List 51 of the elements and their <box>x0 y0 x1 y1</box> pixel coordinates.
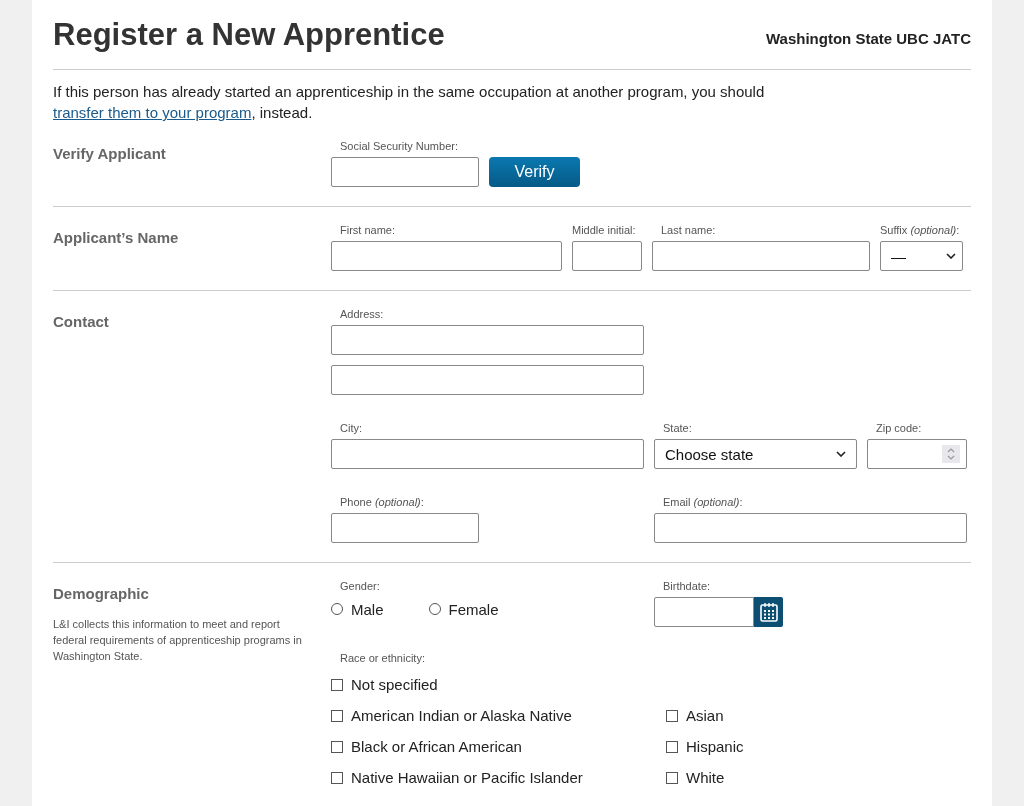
transfer-link[interactable]: transfer them to your program <box>53 104 252 121</box>
field-label: Birthdate: <box>662 579 712 593</box>
field-label: Gender: <box>339 579 381 593</box>
field-label: City: <box>339 421 363 435</box>
race-checkbox[interactable]: Hispanic <box>666 731 744 762</box>
first-name-field[interactable] <box>331 241 562 271</box>
section-heading: Verify Applicant <box>53 145 167 162</box>
field-label: Phone (optional): <box>339 495 425 509</box>
field-label: Last name: <box>660 223 717 237</box>
chevron-down-icon <box>946 253 956 259</box>
phone-field[interactable] <box>331 513 479 543</box>
middle-initial-field[interactable] <box>572 241 642 271</box>
spinner-icon[interactable] <box>942 445 960 463</box>
ssn-field[interactable] <box>331 157 479 187</box>
section-heading: Applicant’s Name <box>53 229 180 246</box>
chevron-down-icon <box>836 451 846 457</box>
page-title: Register a New Apprentice <box>53 16 445 53</box>
race-checkbox[interactable]: Black or African American <box>331 731 656 762</box>
race-checkbox[interactable]: American Indian or Alaska Native <box>331 700 656 731</box>
verify-button[interactable]: Verify <box>489 157 580 187</box>
field-label: First name: <box>339 223 396 237</box>
calendar-icon <box>759 602 778 622</box>
email-field[interactable] <box>654 513 967 543</box>
section-heading: Contact <box>53 313 110 330</box>
section-heading: Demographic <box>53 585 150 602</box>
field-label: Middle initial: <box>572 223 637 237</box>
race-checkbox[interactable]: Asian <box>666 700 744 731</box>
field-label: Social Security Number: <box>339 139 459 153</box>
gender-radio[interactable]: Female <box>428 599 499 619</box>
zip-code-field[interactable] <box>867 439 967 469</box>
address-field[interactable] <box>331 365 644 395</box>
race-checkbox[interactable]: Not specified <box>331 669 971 700</box>
field-label: State: <box>662 421 693 435</box>
section-description: L&I collects this information to meet and report federal requirements of apprenticeship programs in Washington State. <box>53 617 303 664</box>
field-label: Suffix (optional): <box>880 223 961 237</box>
gender-radio[interactable]: Male <box>331 599 384 619</box>
suffix-dropdown[interactable]: — <box>880 241 963 271</box>
field-label: Email (optional): <box>662 495 744 509</box>
organization-name: Washington State UBC JATC <box>766 29 971 47</box>
field-label: Address: <box>339 307 385 321</box>
birthdate-field[interactable] <box>654 597 754 627</box>
field-label: Race or ethnicity: <box>339 651 426 665</box>
state-dropdown[interactable]: Choose state <box>654 439 857 469</box>
race-checkbox[interactable]: Native Hawaiian or Pacific Islander <box>331 762 656 793</box>
intro-text: If this person has already started an apprenticeship in the same occupation at another program, you should transfer them to your program, instead. <box>53 82 766 123</box>
field-label: Zip code: <box>875 421 923 435</box>
address-field[interactable] <box>331 325 644 355</box>
race-checkbox[interactable]: White <box>666 762 744 793</box>
city-field[interactable] <box>331 439 644 469</box>
last-name-field[interactable] <box>652 241 870 271</box>
calendar-button[interactable] <box>754 597 783 627</box>
